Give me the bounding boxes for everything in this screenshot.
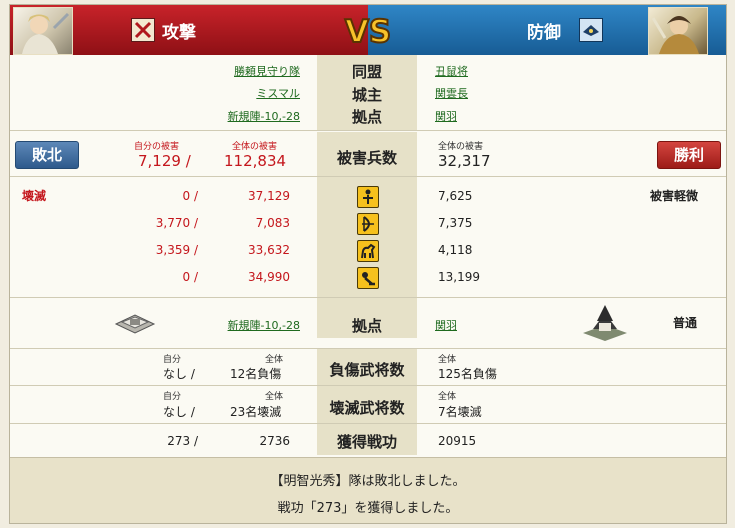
defender-unit-loss: 13,199 (438, 270, 480, 284)
crossed-swords-icon (131, 18, 155, 42)
defender-unit-loss: 4,118 (438, 243, 473, 257)
casualties-label: 被害兵数 (336, 149, 397, 167)
unit-own-loss: 3,359 / (155, 243, 198, 257)
injured-generals-label: 負傷武将数 (329, 361, 405, 379)
attacker-destroyed-own: なし / (163, 405, 195, 419)
defender-destroyed-total: 7名壊滅 (438, 405, 482, 419)
vs-text: VS (345, 14, 391, 50)
victory-badge: 勝利 (657, 141, 721, 169)
defender-unit-loss: 7,375 (438, 216, 473, 230)
attacker-merit-own: 273 / (167, 434, 198, 448)
alliance-label: 同盟 (351, 63, 382, 81)
total-label: 全体 (265, 392, 284, 402)
attacker-unit-status: 壊滅 (22, 189, 47, 203)
divider (10, 176, 726, 177)
bow-icon (357, 213, 379, 235)
lord-label: 城主 (351, 86, 382, 104)
result-line-1: 【明智光秀】隊は敗北しました。 (270, 474, 466, 489)
unit-own-loss: 3,770 / (155, 216, 198, 230)
defender-unit-status: 被害軽微 (650, 189, 699, 203)
vs-emblem: VS (344, 13, 392, 51)
destroyed-generals-label: 壊滅武将数 (329, 399, 405, 417)
unit-total-loss: 33,632 (248, 243, 290, 257)
attacker-portrait (13, 7, 73, 55)
total-damage-label: 全体の被害 (232, 142, 278, 152)
result-line-2: 戦功「273」を獲得しました。 (277, 501, 459, 516)
divider (10, 297, 726, 298)
defender-merit: 20915 (438, 434, 477, 448)
unit-total-loss: 37,129 (248, 189, 290, 203)
total-label: 全体 (438, 355, 457, 365)
total-label: 全体 (438, 392, 457, 402)
attacker-injured-own: なし / (163, 367, 195, 381)
attacker-destroyed-total: 23名壊滅 (230, 405, 282, 419)
result-message: 【明智光秀】隊は敗北しました。 戦功「273」を獲得しました。 (10, 457, 726, 523)
unit-total-loss: 34,990 (248, 270, 290, 284)
defense-title: 防御 (527, 23, 561, 43)
merit-label: 獲得戦功 (336, 433, 397, 451)
divider (10, 385, 726, 386)
attacker-merit-total: 2736 (259, 434, 290, 448)
own-damage-label: 自分の被害 (134, 142, 180, 152)
defender-portrait (648, 7, 708, 55)
defender-total-damage-label: 全体の被害 (438, 142, 484, 152)
defender-total-casualties: 32,317 (438, 152, 491, 170)
defender-injured-total: 125名負傷 (438, 367, 497, 381)
battle-report: 攻撃 VS 防御 勝頼見守り隊 同盟 丑鼠将 ミスマル 城主 関雲長 新規陣-1… (9, 4, 727, 524)
attacker-base-link[interactable]: 新規陣-10,-28 (198, 108, 300, 124)
defender-base-status: 普通 (673, 316, 698, 330)
divider (10, 423, 726, 424)
castle-icon (583, 305, 627, 341)
attack-title: 攻撃 (162, 23, 196, 43)
camp-icon (114, 314, 156, 334)
defender-alliance-link[interactable]: 丑鼠将 (435, 63, 468, 79)
attacker-own-casualties: 7,129 / (138, 152, 191, 170)
total-label: 全体 (265, 355, 284, 365)
defeat-badge: 敗北 (15, 141, 79, 169)
own-label: 自分 (163, 392, 182, 402)
base-label: 拠点 (351, 108, 382, 126)
unit-own-loss: 0 / (182, 270, 199, 284)
divider (10, 348, 726, 349)
attacker-lord-link[interactable]: ミスマル (198, 85, 300, 101)
defender-base-link[interactable]: 関羽 (435, 317, 457, 333)
defender-base-link[interactable]: 関羽 (435, 108, 457, 124)
shield-icon (579, 18, 603, 42)
unit-own-loss: 0 / (182, 189, 199, 203)
horse-icon (357, 240, 379, 262)
attacker-alliance-link[interactable]: 勝頼見守り隊 (198, 63, 300, 79)
attacker-injured-total: 12名負傷 (230, 367, 282, 381)
own-label: 自分 (163, 355, 182, 365)
divider (10, 130, 726, 131)
base-label: 拠点 (351, 317, 382, 335)
attacker-base-link[interactable]: 新規陣-10,-28 (198, 317, 300, 333)
defender-lord-link[interactable]: 関雲長 (435, 85, 468, 101)
attacker-total-casualties: 112,834 (224, 152, 287, 170)
catapult-icon (357, 267, 379, 289)
spear-icon (357, 186, 379, 208)
unit-total-loss: 7,083 (255, 216, 290, 230)
defender-unit-loss: 7,625 (438, 189, 473, 203)
